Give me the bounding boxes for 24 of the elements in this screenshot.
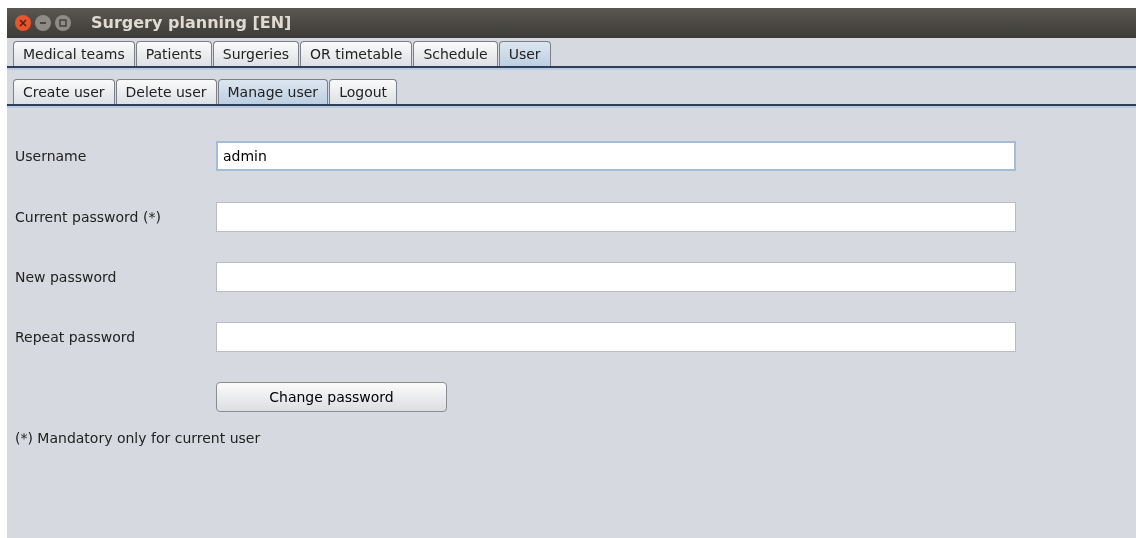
tab[interactable]: Manage user [217,79,329,105]
field-label: Username [15,146,88,166]
change-password-button[interactable]: Change password [216,382,447,413]
input-field[interactable] [216,202,1016,233]
input-field[interactable] [216,322,1016,353]
tab[interactable]: Schedule [413,41,498,67]
tab[interactable]: Medical teams [13,41,135,67]
tab[interactable]: Surgeries [212,41,300,67]
tab[interactable]: Create user [13,79,115,105]
tab[interactable]: User [498,41,551,67]
tab[interactable]: Patients [135,41,212,67]
window-title: Surgery planning [EN] [91,12,292,34]
close-icon[interactable] [15,15,31,31]
input-field[interactable] [216,262,1016,293]
input-field[interactable]: admin [216,141,1016,172]
maximize-icon[interactable] [55,15,71,31]
tab[interactable]: Delete user [115,79,217,105]
footnote: (*) Mandatory only for current user [15,429,262,449]
field-label: Repeat password [15,327,137,347]
field-label: New password [15,267,118,287]
tab[interactable]: Logout [329,79,398,105]
tab[interactable]: OR timetable [300,41,413,67]
field-label: Current password (*) [15,207,162,227]
minimize-icon[interactable] [35,15,51,31]
